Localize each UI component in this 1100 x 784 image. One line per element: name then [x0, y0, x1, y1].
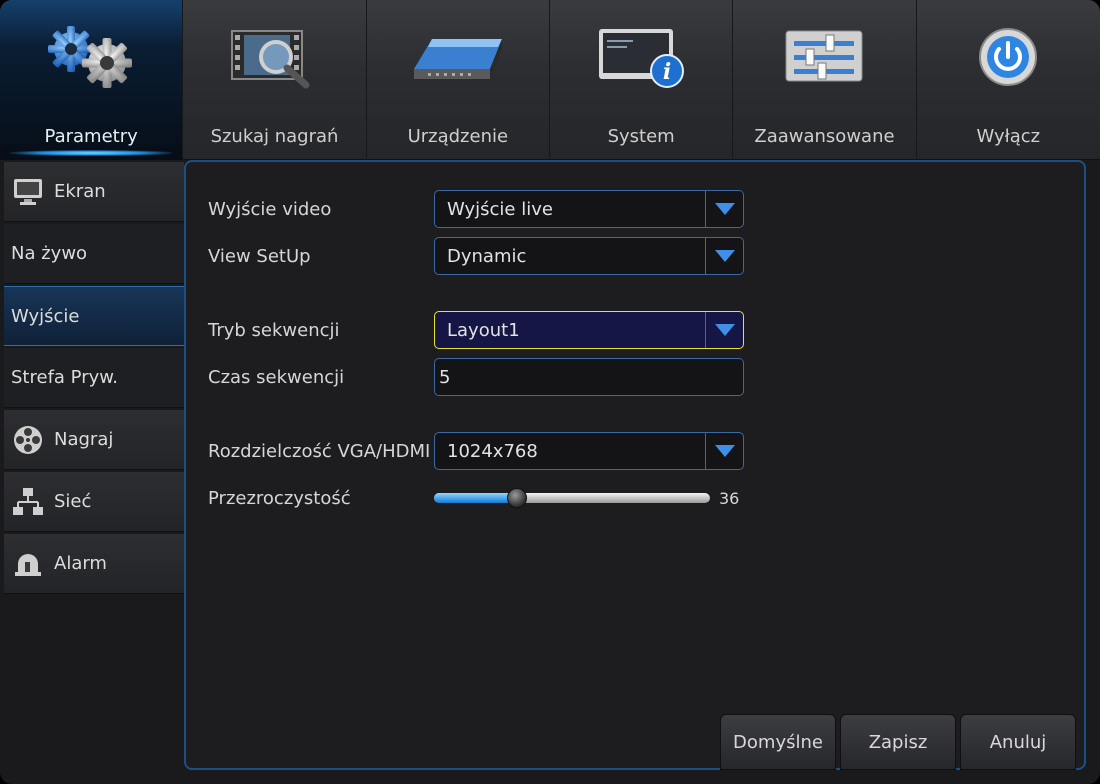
tab-label: Urządzenie — [407, 126, 509, 147]
video-output-row: Wyjście video Wyjście live — [208, 190, 744, 228]
sidebar-item-strefa-pryw[interactable]: Strefa Pryw. — [4, 348, 184, 408]
sidebar-item-alarm[interactable]: Alarm — [4, 534, 184, 594]
view-setup-row: View SetUp Dynamic — [208, 237, 744, 275]
sidebar: Ekran Na żywo Wyjście Strefa Pryw. Nagra… — [4, 162, 184, 782]
alarm-icon — [10, 546, 46, 582]
sidebar-item-label: Sieć — [54, 491, 92, 512]
sidebar-item-ekran[interactable]: Ekran — [4, 162, 184, 222]
transparency-row: Przezroczystość 36 — [208, 479, 739, 517]
tab-label: Parametry — [44, 126, 138, 147]
sidebar-item-siec[interactable]: Sieć — [4, 472, 184, 532]
tab-szukaj-nagran[interactable]: Szukaj nagrań — [183, 0, 367, 160]
resolution-label: Rozdzielczość VGA/HDMI — [208, 440, 431, 462]
top-navigation: Parametry Szukaj nagrań Urządzenie i Sys… — [0, 0, 1100, 160]
tab-zaawansowane[interactable]: Zaawansowane — [733, 0, 917, 160]
sequence-time-input[interactable]: 5 — [434, 358, 744, 396]
sidebar-item-label: Wyjście — [11, 305, 80, 327]
transparency-slider[interactable] — [434, 488, 710, 508]
tab-label: Wyłącz — [976, 126, 1041, 147]
slider-fill — [434, 493, 517, 503]
gears-icon — [41, 22, 141, 92]
save-button[interactable]: Zapisz — [840, 714, 956, 770]
sidebar-item-wyjscie[interactable]: Wyjście — [4, 286, 184, 346]
transparency-label: Przezroczystość — [208, 487, 351, 509]
default-button[interactable]: Domyślne — [720, 714, 836, 770]
video-output-select[interactable]: Wyjście live — [434, 190, 744, 228]
sequence-mode-row: Tryb sekwencji Layout1 — [208, 311, 744, 349]
svg-text:i: i — [663, 59, 671, 85]
transparency-value: 36 — [719, 488, 740, 508]
view-setup-label: View SetUp — [208, 245, 311, 267]
tab-label: System — [607, 126, 675, 147]
sequence-time-row: Czas sekwencji 5 — [208, 358, 744, 396]
sidebar-item-label: Nagraj — [54, 429, 114, 450]
sidebar-item-label: Alarm — [54, 553, 107, 574]
tab-label: Szukaj nagrań — [210, 126, 339, 147]
sequence-time-label: Czas sekwencji — [208, 366, 345, 388]
sidebar-item-nagraj[interactable]: Nagraj — [4, 410, 184, 470]
resolution-value: 1024x768 — [447, 440, 538, 462]
dvr-settings-screen: Parametry Szukaj nagrań Urządzenie i Sys… — [0, 0, 1100, 784]
sequence-mode-value: Layout1 — [447, 319, 520, 341]
tab-label: Zaawansowane — [754, 126, 895, 147]
slider-handle[interactable] — [507, 488, 527, 508]
tab-system[interactable]: i System — [550, 0, 734, 160]
tab-urzadzenie[interactable]: Urządzenie — [367, 0, 550, 160]
system-info-icon: i — [591, 22, 691, 92]
settings-panel: Wyjście video Wyjście live View SetUp Dy… — [184, 160, 1086, 770]
sidebar-item-label: Strefa Pryw. — [11, 367, 119, 388]
film-search-icon — [224, 22, 324, 92]
resolution-row: Rozdzielczość VGA/HDMI 1024x768 — [208, 432, 744, 470]
video-output-value: Wyjście live — [447, 198, 553, 220]
chevron-down-icon[interactable] — [705, 312, 743, 348]
action-buttons: Domyślne Zapisz Anuluj — [720, 714, 1084, 770]
film-reel-icon — [10, 422, 46, 458]
sequence-mode-label: Tryb sekwencji — [208, 319, 340, 341]
sidebar-item-label: Na żywo — [11, 243, 88, 264]
tab-wylacz[interactable]: Wyłącz — [917, 0, 1100, 160]
network-icon — [10, 484, 46, 520]
resolution-select[interactable]: 1024x768 — [434, 432, 744, 470]
sequence-mode-select[interactable]: Layout1 — [434, 311, 744, 349]
chevron-down-icon[interactable] — [705, 433, 743, 469]
tab-parametry[interactable]: Parametry — [0, 0, 184, 160]
sidebar-item-label: Ekran — [54, 181, 106, 202]
chevron-down-icon[interactable] — [705, 238, 743, 274]
video-output-label: Wyjście video — [208, 198, 332, 220]
view-setup-value: Dynamic — [447, 245, 527, 267]
sidebar-item-na-zywo[interactable]: Na żywo — [4, 224, 184, 284]
sliders-icon — [774, 22, 874, 92]
power-icon — [958, 22, 1058, 92]
cancel-button[interactable]: Anuluj — [960, 714, 1076, 770]
hard-drive-icon — [408, 22, 508, 92]
monitor-icon — [10, 174, 46, 210]
view-setup-select[interactable]: Dynamic — [434, 237, 744, 275]
chevron-down-icon[interactable] — [705, 191, 743, 227]
